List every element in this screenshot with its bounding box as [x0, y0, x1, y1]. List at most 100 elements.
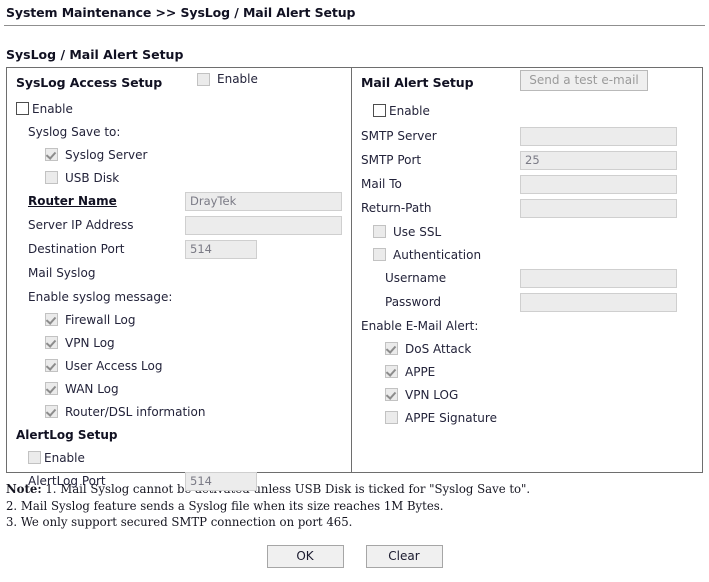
wan-log-checkbox[interactable]: [45, 382, 58, 395]
syslog-server-row: Syslog Server: [16, 143, 351, 166]
firewall-log-label: Firewall Log: [65, 312, 136, 327]
smtp-server-row: SMTP Server: [361, 124, 702, 148]
authentication-checkbox[interactable]: [373, 248, 386, 261]
vpn-log-alert-label: VPN LOG: [405, 387, 459, 402]
destination-port-input[interactable]: 514: [185, 239, 257, 259]
button-bar: OK Clear: [0, 544, 709, 568]
router-dsl-information-label: Router/DSL information: [65, 404, 206, 419]
appe-signature-checkbox[interactable]: [385, 411, 398, 424]
username-input[interactable]: [520, 268, 677, 288]
syslog-server-checkbox[interactable]: [45, 148, 58, 161]
enable-email-alert-row: Enable E-Mail Alert:: [361, 314, 702, 337]
usb-disk-checkbox[interactable]: [45, 171, 58, 184]
usb-disk-row: USB Disk: [16, 166, 351, 189]
alert-row-appe: APPE: [361, 360, 702, 383]
destination-port-row: Destination Port 514: [16, 237, 351, 261]
router-dsl-information-checkbox[interactable]: [45, 405, 58, 418]
destination-port-label: Destination Port: [28, 242, 125, 256]
router-name-label[interactable]: Router Name: [28, 194, 117, 208]
password-input[interactable]: [520, 292, 677, 312]
syslog-section-title: SysLog Access Setup: [16, 75, 163, 90]
password-row: Password: [361, 290, 702, 314]
mail-to-label: Mail To: [361, 177, 402, 191]
header-divider: [4, 25, 705, 26]
user-access-log-checkbox[interactable]: [45, 359, 58, 372]
use-ssl-row: Use SSL: [361, 220, 702, 243]
message-row-firewall: Firewall Log: [16, 308, 351, 331]
clear-button[interactable]: Clear: [365, 544, 443, 568]
alertlog-enable-label: Enable: [44, 450, 85, 465]
return-path-label: Return-Path: [361, 201, 432, 215]
usb-disk-label: USB Disk: [65, 170, 120, 185]
syslog-server-label: Syslog Server: [65, 147, 148, 162]
alertlog-title-row: AlertLog Setup: [16, 423, 351, 446]
smtp-server-label: SMTP Server: [361, 129, 437, 143]
syslog-save-to-row: Syslog Save to:: [16, 120, 351, 143]
router-name-row: Router Name DrayTek: [16, 189, 351, 213]
mail-syslog-row: Mail Syslog Enable: [16, 72, 351, 285]
dos-attack-label: DoS Attack: [405, 341, 472, 356]
smtp-port-input[interactable]: 25: [520, 150, 677, 170]
router-name-input[interactable]: DrayTek: [185, 191, 342, 211]
alertlog-port-label: AlertLog Port: [28, 474, 106, 488]
dos-attack-checkbox[interactable]: [385, 342, 398, 355]
mail-alert-panel: Mail Alert Setup Enable Send a test e-ma…: [352, 68, 702, 472]
enable-syslog-message-row: Enable syslog message:: [16, 285, 351, 308]
note-line-2: 2. Mail Syslog feature sends a Syslog fi…: [6, 498, 444, 513]
server-ip-input[interactable]: [185, 215, 342, 235]
mail-syslog-checkbox[interactable]: [197, 73, 210, 86]
alertlog-enable-row: Enable: [16, 446, 351, 469]
firewall-log-checkbox[interactable]: [45, 313, 58, 326]
alert-row-vpn-log: VPN LOG: [361, 383, 702, 406]
alert-row-appe-signature: APPE Signature: [361, 406, 702, 429]
syslog-enable-label: Enable: [32, 101, 73, 116]
username-label: Username: [385, 271, 447, 285]
appe-signature-label: APPE Signature: [405, 410, 497, 425]
use-ssl-checkbox[interactable]: [373, 225, 386, 238]
page-title: SysLog / Mail Alert Setup: [6, 47, 184, 62]
authentication-label: Authentication: [393, 247, 482, 262]
alertlog-port-input[interactable]: 514: [185, 471, 257, 491]
message-row-user-access: User Access Log: [16, 354, 351, 377]
message-row-wan: WAN Log: [16, 377, 351, 400]
vpn-log-alert-checkbox[interactable]: [385, 388, 398, 401]
syslog-enable-checkbox[interactable]: [16, 102, 29, 115]
alert-row-dos: DoS Attack: [361, 337, 702, 360]
use-ssl-label: Use SSL: [393, 224, 442, 239]
vpn-log-label: VPN Log: [65, 335, 115, 350]
server-ip-row: Server IP Address: [16, 213, 351, 237]
alertlog-section-title: AlertLog Setup: [16, 427, 118, 442]
return-path-row: Return-Path: [361, 196, 702, 220]
password-label: Password: [385, 295, 442, 309]
username-row: Username: [361, 266, 702, 290]
ok-button[interactable]: OK: [266, 544, 344, 568]
syslog-enable-row: Enable: [16, 97, 351, 120]
enable-syslog-message-label: Enable syslog message:: [28, 289, 173, 304]
appe-checkbox[interactable]: [385, 365, 398, 378]
authentication-row: Authentication: [361, 243, 702, 266]
smtp-server-input[interactable]: [520, 126, 677, 146]
mail-enable-checkbox[interactable]: [373, 104, 386, 117]
mail-syslog-label: Mail Syslog: [28, 266, 96, 280]
user-access-log-label: User Access Log: [65, 358, 163, 373]
message-row-vpn: VPN Log: [16, 331, 351, 354]
smtp-port-row: SMTP Port 25: [361, 148, 702, 172]
return-path-input[interactable]: [520, 198, 677, 218]
message-row-router-dsl: Router/DSL information: [16, 400, 351, 423]
syslog-access-panel: SysLog Access Setup Enable Syslog Save t…: [7, 68, 352, 491]
send-test-email-button[interactable]: Send a test e-mail: [520, 70, 648, 91]
enable-email-alert-label: Enable E-Mail Alert:: [361, 318, 479, 333]
setup-panels: SysLog Access Setup Enable Syslog Save t…: [6, 67, 703, 491]
alertlog-enable-checkbox[interactable]: [28, 451, 41, 464]
mail-enable-label: Enable: [389, 103, 430, 118]
server-ip-label: Server IP Address: [28, 218, 134, 232]
appe-label: APPE: [405, 364, 436, 379]
breadcrumb: System Maintenance >> SysLog / Mail Aler…: [6, 5, 356, 20]
mail-enable-row: Enable Send a test e-mail: [361, 70, 702, 124]
mail-to-input[interactable]: [520, 174, 677, 194]
vpn-log-checkbox[interactable]: [45, 336, 58, 349]
syslog-save-to-label: Syslog Save to:: [28, 124, 121, 139]
note-line-3: 3. We only support secured SMTP connecti…: [6, 515, 353, 529]
mail-to-row: Mail To: [361, 172, 702, 196]
wan-log-label: WAN Log: [65, 381, 119, 396]
